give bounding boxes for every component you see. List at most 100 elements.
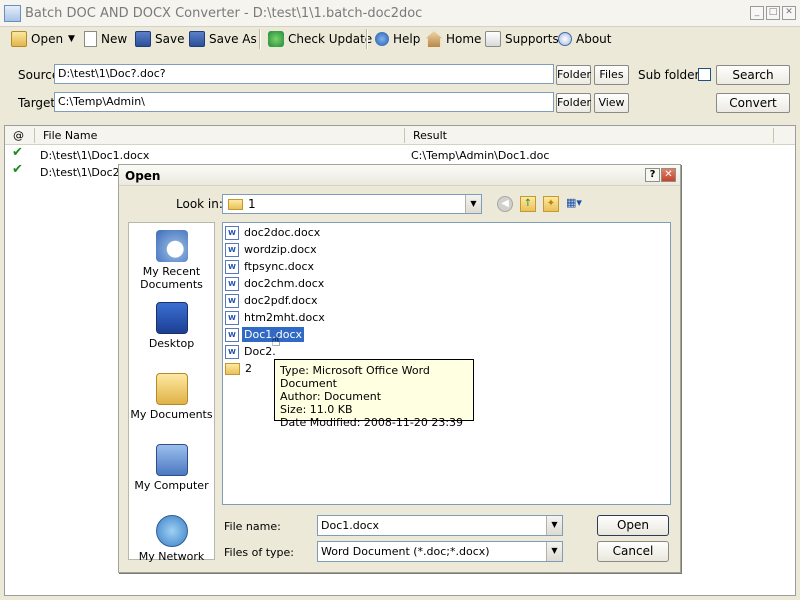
- update-icon: [268, 31, 284, 47]
- look-in-value: 1: [248, 197, 256, 211]
- target-input[interactable]: C:\Temp\Admin\: [54, 92, 554, 112]
- save-as-button[interactable]: Save As: [189, 27, 257, 51]
- checkmark-icon: ✔: [12, 162, 23, 177]
- convert-button[interactable]: Convert: [716, 93, 790, 113]
- target-view-button[interactable]: View: [594, 93, 629, 113]
- file-item[interactable]: Wdoc2chm.docx: [225, 275, 326, 292]
- supports-label: Supports: [505, 32, 559, 46]
- file-item[interactable]: Wdoc2doc.docx: [225, 224, 322, 241]
- file-name-value: Doc1.docx: [321, 519, 380, 532]
- place-my-network[interactable]: My Network: [129, 515, 214, 563]
- target-folder-button[interactable]: Folder: [556, 93, 591, 113]
- source-files-button[interactable]: Files: [594, 65, 629, 85]
- close-button[interactable]: ✕: [782, 6, 796, 20]
- file-item-name: doc2chm.docx: [244, 277, 325, 290]
- files-of-type-value: Word Document (*.doc;*.docx): [321, 545, 490, 558]
- word-document-icon: W: [225, 242, 239, 257]
- files-of-type-dropdown[interactable]: Word Document (*.doc;*.docx) ▼: [317, 541, 563, 562]
- chevron-down-icon[interactable]: ▼: [546, 516, 562, 535]
- file-item[interactable]: Whtm2mht.docx: [225, 309, 327, 326]
- open-dropdown-arrow-icon[interactable]: ▼: [68, 27, 75, 51]
- view-menu-icon[interactable]: ▦▾: [566, 196, 590, 212]
- place-label: My Documents: [130, 408, 213, 421]
- file-item-name: doc2doc.docx: [244, 226, 321, 239]
- check-update-button[interactable]: Check Update: [268, 27, 372, 51]
- chevron-down-icon[interactable]: ▼: [465, 195, 481, 213]
- dialog-title: Open: [125, 169, 161, 183]
- dialog-cancel-button[interactable]: Cancel: [597, 541, 669, 562]
- up-folder-icon[interactable]: ↑: [520, 196, 536, 212]
- status-column-header[interactable]: @: [13, 129, 24, 142]
- column-separator[interactable]: [773, 128, 774, 143]
- chevron-down-icon[interactable]: ▼: [546, 542, 562, 561]
- file-item-name: wordzip.docx: [244, 243, 317, 256]
- column-separator[interactable]: [34, 128, 35, 143]
- word-document-icon: W: [225, 327, 239, 342]
- supports-button[interactable]: Supports: [485, 27, 559, 51]
- file-item[interactable]: W Doc2.: [225, 343, 278, 360]
- look-in-label: Look in:: [176, 197, 223, 211]
- open-button[interactable]: Open: [11, 27, 63, 51]
- new-document-icon: [84, 31, 97, 47]
- file-item-name: 2: [245, 362, 252, 375]
- source-folder-button[interactable]: Folder: [556, 65, 591, 85]
- back-icon[interactable]: ◀: [497, 196, 513, 212]
- search-button[interactable]: Search: [716, 65, 790, 85]
- folder-item[interactable]: 2: [225, 360, 254, 377]
- my-network-icon: [155, 515, 188, 547]
- word-document-icon: W: [225, 310, 239, 325]
- file-item[interactable]: Wftpsync.docx: [225, 258, 316, 275]
- file-item-name: doc2pdf.docx: [244, 294, 318, 307]
- new-folder-icon[interactable]: ✦: [543, 196, 559, 212]
- open-folder-icon: [11, 31, 27, 47]
- save-button[interactable]: Save: [135, 27, 184, 51]
- file-item[interactable]: Wwordzip.docx: [225, 241, 319, 258]
- dialog-open-button[interactable]: Open: [597, 515, 669, 536]
- my-computer-icon: [155, 444, 188, 476]
- place-my-documents[interactable]: My Documents: [129, 373, 214, 421]
- dialog-help-button[interactable]: ?: [645, 168, 660, 182]
- file-browser[interactable]: Wdoc2doc.docx Wwordzip.docx Wftpsync.doc…: [222, 222, 671, 505]
- file-tooltip: Type: Microsoft Office Word Document Aut…: [274, 359, 474, 429]
- result-column-header[interactable]: Result: [413, 129, 447, 142]
- minimize-button[interactable]: _: [750, 6, 764, 20]
- help-button[interactable]: Help: [375, 27, 420, 51]
- about-button[interactable]: About: [558, 27, 611, 51]
- list-row[interactable]: ✔ D:\test\1\Doc1.docx C:\Temp\Admin\Doc1…: [5, 145, 795, 163]
- column-separator[interactable]: [404, 128, 405, 143]
- file-name-column-header[interactable]: File Name: [43, 129, 97, 142]
- file-item-selected[interactable]: W Doc1.docx: [225, 326, 306, 343]
- toolbar-separator: [259, 29, 261, 49]
- home-button[interactable]: Home: [426, 27, 481, 51]
- file-name-label: File name:: [224, 520, 281, 533]
- my-documents-icon: [155, 373, 188, 405]
- folder-icon: [225, 362, 240, 375]
- maximize-button[interactable]: □: [766, 6, 780, 20]
- subfolders-checkbox[interactable]: [698, 68, 711, 81]
- new-button[interactable]: New: [84, 27, 127, 51]
- row-file-name: D:\test\1\Doc2.: [40, 166, 124, 179]
- supports-icon: [485, 31, 501, 47]
- place-desktop[interactable]: Desktop: [129, 302, 214, 350]
- place-label: Desktop: [148, 337, 195, 350]
- place-my-recent-documents[interactable]: My Recent Documents: [129, 230, 214, 291]
- place-my-computer[interactable]: My Computer: [129, 444, 214, 492]
- subfolders-label: Sub folders: [638, 68, 706, 82]
- check-update-label: Check Update: [288, 32, 373, 46]
- word-document-icon: W: [225, 225, 239, 240]
- file-item[interactable]: Wdoc2pdf.docx: [225, 292, 320, 309]
- source-input[interactable]: D:\test\1\Doc?.doc?: [54, 64, 554, 84]
- row-file-name: D:\test\1\Doc1.docx: [40, 149, 150, 162]
- file-item-name: ftpsync.docx: [244, 260, 315, 273]
- look-in-dropdown[interactable]: 1 ▼: [222, 194, 482, 214]
- word-document-icon: W: [225, 259, 239, 274]
- place-label: My Computer: [134, 479, 209, 492]
- save-as-icon: [189, 31, 205, 47]
- dialog-close-button[interactable]: ✕: [661, 168, 676, 182]
- dialog-title-bar: Open ? ✕: [119, 165, 680, 186]
- word-document-icon: W: [225, 344, 239, 359]
- app-logo-icon: [4, 5, 21, 22]
- tooltip-type: Type: Microsoft Office Word Document: [280, 364, 430, 390]
- folder-icon: [228, 199, 243, 210]
- file-name-input[interactable]: Doc1.docx ▼: [317, 515, 563, 536]
